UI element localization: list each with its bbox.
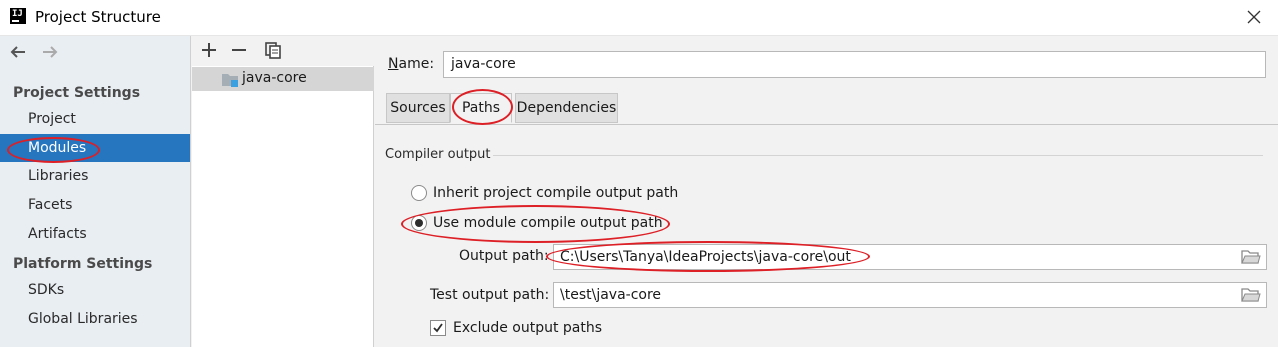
tree-toolbar [192,36,374,66]
sidebar-item-artifacts[interactable]: Artifacts [0,220,190,248]
group-divider [493,155,1263,156]
checkbox-checked[interactable] [430,320,446,336]
plus-icon [202,43,216,57]
close-icon [1247,10,1261,24]
title-bar: IJ Project Structure [0,0,1278,36]
sidebar-item-project[interactable]: Project [0,105,190,133]
sidebar-item-sdks[interactable]: SDKs [0,276,190,304]
output-path-label: Output path: [459,248,549,264]
remove-module-button[interactable] [229,40,251,62]
folder-icon[interactable] [1241,287,1261,303]
compiler-output-title: Compiler output [385,147,491,162]
arrow-right-icon [43,46,58,58]
sidebar-item-libraries[interactable]: Libraries [0,162,190,190]
radio-unchecked[interactable] [411,185,427,201]
close-button[interactable] [1240,3,1268,31]
use-module-output-label: Use module compile output path [433,215,663,231]
name-label-mnemonic: N [388,56,399,72]
forward-button[interactable] [40,42,64,66]
sidebar-item-global-libraries[interactable]: Global Libraries [0,305,190,333]
tab-dependencies[interactable]: Dependencies [515,93,618,123]
folder-icon[interactable] [1241,249,1261,265]
module-folder-icon [222,74,238,87]
arrow-left-icon [10,46,25,58]
back-button[interactable] [8,42,32,66]
exclude-output-paths-label: Exclude output paths [453,320,603,336]
tab-divider [375,124,1278,125]
module-name-input[interactable]: java-core [443,51,1266,78]
minus-icon [232,49,246,51]
window-title: Project Structure [35,8,161,26]
name-label: Name: [388,56,434,72]
sidebar-item-facets[interactable]: Facets [0,191,190,219]
test-output-path-value: \test\java-core [560,287,662,303]
test-output-path-label: Test output path: [430,287,550,303]
add-module-button[interactable] [199,40,221,62]
name-label-rest: ame: [398,56,435,72]
tab-sources[interactable]: Sources [386,93,450,123]
tree-item-java-core[interactable]: java-core [192,67,374,91]
inherit-output-label: Inherit project compile output path [433,185,679,201]
sidebar-item-modules[interactable]: Modules [0,134,190,162]
tree-item-label: java-core [242,70,307,86]
test-output-path-input[interactable]: \test\java-core [553,282,1267,308]
settings-sidebar: Project Settings Project Modules Librari… [0,36,191,347]
copy-icon [265,42,281,59]
platform-settings-header: Platform Settings [13,256,153,272]
intellij-logo-icon: IJ [10,8,26,24]
output-path-input[interactable]: C:\Users\Tanya\IdeaProjects\java-core\ou… [553,244,1267,270]
copy-module-button[interactable] [263,40,285,62]
module-tree-panel: java-core [192,36,374,347]
radio-checked[interactable] [411,215,427,231]
project-settings-header: Project Settings [13,85,141,101]
logo-text: IJ [12,9,23,19]
checkmark-icon [433,323,443,333]
module-detail-panel: Name: java-core Sources Paths Dependenci… [375,36,1278,347]
tab-paths[interactable]: Paths [450,93,512,123]
output-path-value: C:\Users\Tanya\IdeaProjects\java-core\ou… [560,249,851,265]
